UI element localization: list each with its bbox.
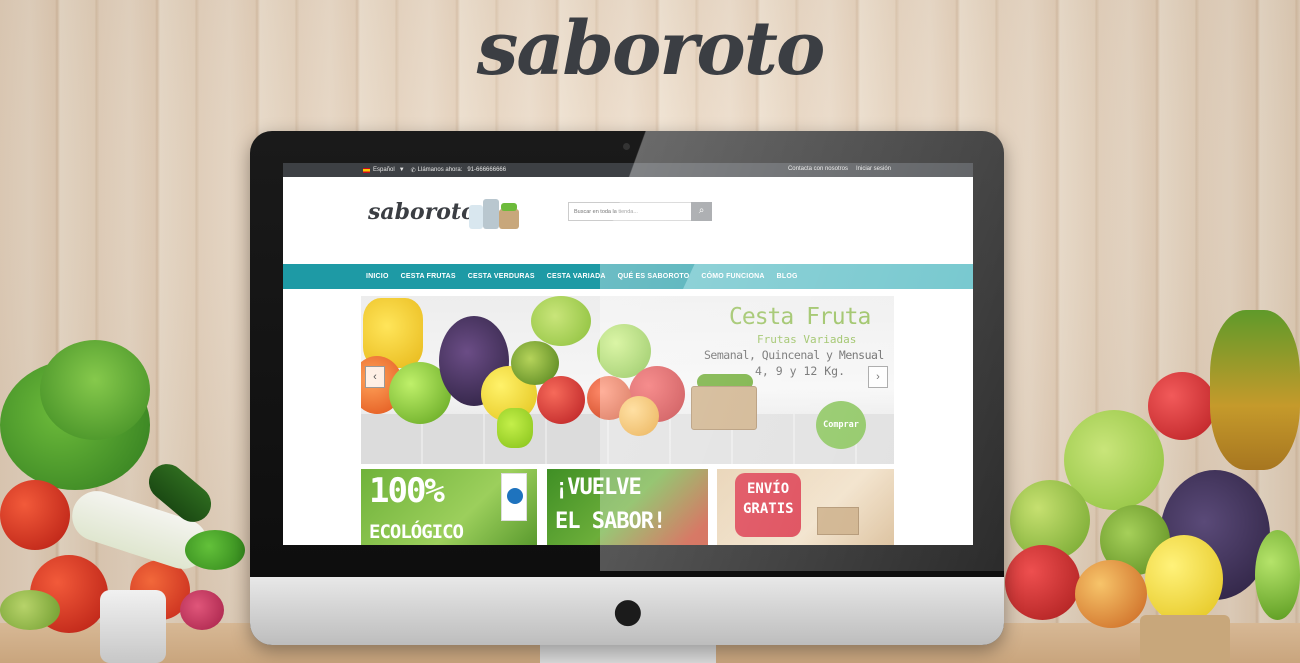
- crate-mascot-small: [817, 507, 859, 535]
- promo-vuelve-line2: EL SABOR!: [555, 509, 666, 534]
- nav-item-inicio[interactable]: INICIO: [366, 273, 389, 280]
- login-link[interactable]: Iniciar sesión: [856, 166, 891, 172]
- top-bar: Español ▼ ✆ Llámanos ahora: 91-666666666…: [283, 163, 973, 177]
- chevron-right-icon[interactable]: ›: [868, 366, 888, 388]
- chevron-left-icon[interactable]: ‹: [365, 366, 385, 388]
- language-selector[interactable]: Español: [373, 167, 395, 173]
- brand-logo: saboroto: [476, 6, 826, 92]
- account-links: Contacta con nosotros Iniciar sesión: [788, 166, 891, 172]
- promo-vuelve-sabor[interactable]: ¡VUELVE EL SABOR!: [547, 469, 708, 545]
- eco-certification-badge: [501, 473, 527, 521]
- hero-slider: Cesta Fruta Frutas Variadas Semanal, Qui…: [361, 296, 894, 464]
- nav-item-cesta-variada[interactable]: CESTA VARIADA: [547, 273, 606, 280]
- spain-flag-icon: [363, 167, 370, 173]
- imac-monitor: Español ▼ ✆ Llámanos ahora: 91-666666666…: [250, 131, 1004, 645]
- search-button[interactable]: ⌕: [691, 202, 712, 221]
- slide-frequency: Semanal, Quincenal y Mensual: [704, 348, 884, 362]
- site-logo[interactable]: saboroto: [368, 199, 476, 225]
- main-nav: INICIO CESTA FRUTAS CESTA VERDURAS CESTA…: [283, 264, 973, 289]
- apple-logo-icon: ●: [613, 591, 643, 631]
- contact-link[interactable]: Contacta con nosotros: [788, 166, 848, 172]
- promo-ecologico-line2: ECOLÓGICO: [369, 521, 464, 543]
- crate-mascot: [691, 386, 757, 430]
- call-label: Llámanos ahora:: [417, 167, 463, 173]
- promo-vuelve-line1: ¡VUELVE: [555, 475, 642, 500]
- fruit-pile-image: [361, 296, 691, 464]
- site-header: saboroto ⌕: [283, 177, 973, 264]
- slide-subtitle: Frutas Variadas: [757, 333, 857, 346]
- website-screen: Español ▼ ✆ Llámanos ahora: 91-666666666…: [283, 163, 973, 545]
- nav-item-blog[interactable]: BLOG: [777, 273, 798, 280]
- mascots-logo-image: [469, 197, 521, 235]
- nav-item-que-es-saboroto[interactable]: QUÉ ES SABOROTO: [618, 273, 690, 280]
- phone-icon: ✆: [410, 167, 416, 174]
- promo-ecologico-line1: 100%: [369, 471, 445, 511]
- nav-item-cesta-frutas[interactable]: CESTA FRUTAS: [401, 273, 456, 280]
- phone-number[interactable]: 91-666666666: [467, 167, 506, 173]
- promo-envio-line1: ENVÍO: [747, 481, 790, 497]
- nav-item-cesta-verduras[interactable]: CESTA VERDURAS: [468, 273, 535, 280]
- nav-item-como-funciona[interactable]: CÓMO FUNCIONA: [701, 273, 764, 280]
- monitor-stand: [540, 645, 716, 663]
- promo-ecologico[interactable]: 100% ECOLÓGICO: [361, 469, 537, 545]
- search-icon: ⌕: [698, 205, 705, 216]
- promo-envio-gratis[interactable]: ENVÍO GRATIS: [717, 469, 894, 545]
- caret-down-icon[interactable]: ▼: [399, 167, 405, 173]
- search-input[interactable]: [568, 202, 692, 221]
- slide-title: Cesta Fruta: [729, 304, 871, 330]
- slide-sizes: 4, 9 y 12 Kg.: [755, 364, 846, 378]
- buy-button[interactable]: Comprar: [816, 401, 866, 449]
- promo-envio-line2: GRATIS: [743, 501, 794, 517]
- monitor-chin: ●: [250, 577, 1004, 645]
- camera-icon: [623, 143, 630, 150]
